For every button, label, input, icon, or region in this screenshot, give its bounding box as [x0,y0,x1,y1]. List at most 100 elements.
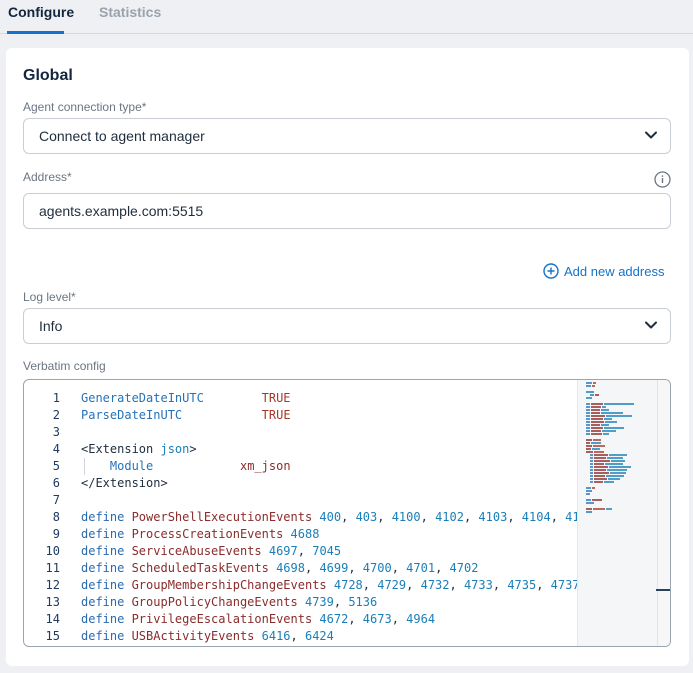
code-token: GenerateDateInUTC [81,391,204,405]
minimap-line [586,499,591,501]
log-level-select[interactable]: Info [23,308,671,344]
minimap-line [607,469,627,471]
minimap-line [586,502,594,504]
minimap-line [608,478,620,480]
plus-circle-icon [543,263,559,279]
code-token: USBActivityEvents [131,629,262,643]
line-number: 1 [52,391,60,405]
minimap-line [586,490,592,492]
code-line[interactable]: 9 define ProcessCreationEvents 4688 [24,526,577,543]
code-line[interactable]: 5 Module xm_json [24,458,577,475]
verbatim-config-label: Verbatim config [23,359,106,373]
agent-connection-type-label: Agent connection type* [23,100,147,114]
minimap-line [591,421,604,423]
minimap-line [590,460,593,462]
code-line[interactable]: 11 define ScheduledTaskEvents 4698, 4699,… [24,560,577,577]
tab-statistics[interactable]: Statistics [99,4,161,20]
code-token: 6424 [304,629,334,643]
add-new-address-label: Add new address [564,263,665,279]
code-line[interactable]: 8 define PowerShellExecutionEvents 400, 4… [24,509,577,526]
code-token: , [377,510,392,524]
line-number: 2 [52,408,60,422]
code-token: , [362,578,378,592]
code-token: 4105 [565,510,577,524]
add-new-address-button[interactable]: Add new address [543,263,664,279]
minimap-line [586,424,590,426]
code-token: 4735 [507,578,537,592]
code-line[interactable]: 12 define GroupMembershipChangeEvents 472… [24,577,577,594]
code-token: 4739 [304,595,334,609]
code-line[interactable]: 14 define PrivilegeEscalationEvents 4672,… [24,611,577,628]
code-token: , [507,510,522,524]
line-number: 6 [52,476,60,490]
line-number: 8 [52,510,60,524]
tab-bar: Configure Statistics [0,0,693,34]
code-text: GenerateDateInUTC TRUE [81,390,291,407]
code-token: 4733 [463,578,493,592]
minimap-line [603,433,609,435]
info-icon[interactable] [654,171,671,188]
minimap-line [593,508,605,510]
code-area[interactable]: 1 GenerateDateInUTC TRUE 2 ParseDateInUTC T… [24,390,577,646]
code-line[interactable]: 4 <Extension json> [24,441,577,458]
agent-connection-type-value: Connect to agent manager [39,128,205,144]
code-token: 4699 [319,561,349,575]
minimap-line [602,406,606,408]
code-line[interactable]: 1 GenerateDateInUTC TRUE [24,390,577,407]
code-token: 7045 [312,544,342,558]
tab-configure[interactable]: Configure [8,4,74,20]
minimap-position-marker [656,589,670,591]
code-line[interactable]: 2 ParseDateInUTC TRUE [24,407,577,424]
minimap-line [591,433,602,435]
code-line[interactable]: 6 </Extension> [24,475,577,492]
code-text: define GroupMembershipChangeEvents 4728,… [81,577,577,594]
code-token: , [449,578,464,592]
code-token: 4732 [420,578,450,592]
code-text: define PrivilegeEscalationEvents 4672, 4… [81,611,435,628]
code-token: , [550,510,566,524]
code-token: 5136 [348,595,378,609]
minimap-line [586,385,591,387]
code-line[interactable]: 13 define GroupPolicyChangeEvents 4739, 5… [24,594,577,611]
code-token: GroupMembershipChangeEvents [131,578,334,592]
code-text: ParseDateInUTC TRUE [81,407,291,424]
code-token: , [333,595,349,609]
agent-connection-type-select[interactable]: Connect to agent manager [23,118,671,154]
code-token: 4102 [435,510,464,524]
address-input[interactable]: agents.example.com:5515 [23,193,671,229]
line-number: 10 [45,544,60,558]
minimap-line [604,418,612,420]
code-text: define GroupPolicyChangeEvents 4739, 513… [81,594,377,611]
code-line[interactable]: 3 [24,424,577,441]
minimap-line [590,457,593,459]
editor-minimap[interactable] [577,380,657,646]
editor-scrollbar[interactable] [657,380,670,646]
verbatim-config-editor[interactable]: 1 GenerateDateInUTC TRUE 2 ParseDateInUTC T… [23,379,671,647]
code-line[interactable]: 15 define USBActivityEvents 6416, 6424 [24,628,577,645]
minimap-line [590,475,593,477]
minimap-line [591,442,601,444]
minimap-line [594,454,608,456]
code-token: 4701 [406,561,436,575]
minimap-line [594,457,606,459]
code-token: define [81,527,132,541]
minimap-line [591,409,600,411]
code-token: 4688 [290,527,320,541]
minimap-line [586,439,592,441]
code-token: define [81,561,132,575]
code-token: , [391,612,407,626]
code-token: define [81,510,132,524]
line-number: 14 [45,612,60,626]
code-token: 4100 [391,510,421,524]
code-token: ScheduledTaskEvents [131,561,277,575]
line-number: 11 [45,561,60,575]
code-line[interactable]: 7 [24,492,577,509]
code-token: define [81,629,132,643]
minimap-line [601,412,623,414]
code-token: TRUE [261,408,291,422]
code-token: PrivilegeEscalationEvents [131,612,320,626]
code-token: 4672 [319,612,349,626]
code-line[interactable]: 10 define ServiceAbuseEvents 4697, 7045 [24,543,577,560]
